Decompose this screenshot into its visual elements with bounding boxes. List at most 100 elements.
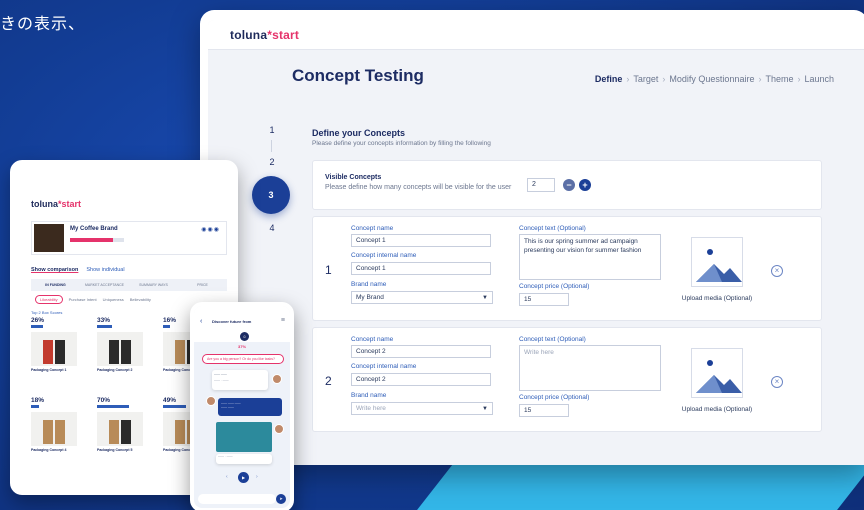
- brand-name-value: Write here: [356, 405, 386, 412]
- caret-down-icon: ▼: [482, 295, 488, 301]
- concept-name-input[interactable]: Concept 1: [351, 234, 491, 247]
- breadcrumb-modify-questionnaire[interactable]: Modify Questionnaire: [669, 74, 754, 84]
- chevron-right-icon: ›: [797, 74, 801, 84]
- brand-name-select[interactable]: My Brand ▼: [351, 291, 493, 304]
- breadcrumb-define[interactable]: Define: [595, 74, 623, 84]
- concept-internal-name-input[interactable]: Concept 1: [351, 262, 491, 275]
- hero-text: きの表示、: [0, 14, 86, 33]
- next-button[interactable]: ▶: [238, 472, 249, 483]
- brand-name: My Coffee Brand: [70, 226, 118, 232]
- desktop-screen: toluna*start Concept Testing Define › Ta…: [208, 20, 864, 465]
- upload-media-box[interactable]: [691, 237, 743, 287]
- concept-name-input[interactable]: Concept 2: [351, 345, 491, 358]
- concept-tile[interactable]: 33% Packaging Concept 2: [97, 317, 143, 383]
- chevron-right-icon: ›: [626, 74, 630, 84]
- progress-percent: 37%: [238, 344, 247, 349]
- visible-concepts-count-input[interactable]: 2: [527, 178, 555, 192]
- remove-concept-icon[interactable]: ×: [771, 376, 783, 388]
- answer-card[interactable]: —— —— —— —— ——: [218, 398, 282, 416]
- back-arrow-icon[interactable]: ‹: [200, 318, 202, 325]
- concept-text-label: Concept text (Optional): [519, 336, 586, 343]
- phone-screen: ‹ Discover future from ≡ ☺ 37% Are you a…: [194, 306, 290, 508]
- breadcrumb-launch[interactable]: Launch: [804, 74, 834, 84]
- previous-icon[interactable]: ‹: [226, 474, 228, 480]
- concept-testing-page: Concept Testing Define › Target › Modify…: [208, 50, 864, 465]
- step-1[interactable]: 1: [262, 120, 282, 140]
- concept-price-input[interactable]: 15: [519, 404, 569, 417]
- increase-button[interactable]: +: [579, 179, 591, 191]
- tile-bar: [31, 405, 40, 408]
- message-input[interactable]: [198, 494, 276, 504]
- concept-text-area[interactable]: This is our spring summer ad campaign pr…: [519, 234, 661, 280]
- avatar: [274, 424, 284, 434]
- concept-name-label: Concept name: [351, 336, 394, 343]
- breadcrumb-theme[interactable]: Theme: [765, 74, 793, 84]
- tile-bar: [163, 325, 171, 328]
- brand-name-label: Brand name: [351, 281, 387, 288]
- brand-summary-card[interactable]: My Coffee Brand ◉◉◉: [31, 221, 227, 255]
- tab-market-acceptance[interactable]: MARKET ACCEPTANCE: [80, 283, 129, 287]
- concept-internal-name-label: Concept internal name: [351, 363, 417, 370]
- tab-price[interactable]: PRICE: [178, 283, 227, 287]
- menu-icon[interactable]: ≡: [281, 317, 285, 324]
- metric-chips: Likeability Purchase Intent Uniqueness B…: [35, 295, 151, 304]
- tab-summary-ways[interactable]: SUMMARY WAYS: [129, 283, 178, 287]
- section-subtitle: Please define your concepts information …: [312, 140, 491, 147]
- show-comparison-link[interactable]: Show comparison: [31, 267, 78, 273]
- section-header: Define your Concepts Please define your …: [312, 128, 822, 158]
- concept-text-area[interactable]: Write here: [519, 345, 661, 391]
- step-3-active[interactable]: 3: [252, 176, 290, 214]
- breadcrumb: Define › Target › Modify Questionnaire ›…: [595, 74, 834, 84]
- product-image: [97, 412, 143, 446]
- tab-in-funding[interactable]: IN FUNDING: [31, 283, 80, 287]
- result-tabs: IN FUNDING MARKET ACCEPTANCE SUMMARY WAY…: [31, 279, 227, 291]
- chevron-right-icon: ›: [758, 74, 762, 84]
- step-4[interactable]: 4: [262, 218, 282, 238]
- chat-card[interactable]: —— · ——: [216, 454, 272, 464]
- breadcrumb-target[interactable]: Target: [633, 74, 658, 84]
- concept-tile[interactable]: 26% Packaging Concept 1: [31, 317, 77, 383]
- remove-concept-icon[interactable]: ×: [771, 265, 783, 277]
- chip-believability[interactable]: Believability: [130, 297, 151, 302]
- question-bubble[interactable]: Are you a big person? Or do you like tas…: [202, 354, 284, 364]
- concept-number: 1: [325, 263, 332, 277]
- concept-internal-name-input[interactable]: Concept 2: [351, 373, 491, 386]
- progress-fill: [70, 238, 114, 242]
- concept-price-input[interactable]: 15: [519, 293, 569, 306]
- concept-price-label: Concept price (Optional): [519, 394, 590, 401]
- chat-card[interactable]: —— —— —— · ——: [212, 370, 268, 390]
- toluna-start-logo: toluna*start: [31, 199, 82, 209]
- next-icon[interactable]: ›: [256, 474, 258, 480]
- tile-name: Packaging Concept 2: [97, 368, 133, 372]
- concept-tile[interactable]: 18% Packaging Concept 4: [31, 397, 77, 463]
- chip-purchase-intent[interactable]: Purchase Intent: [69, 297, 97, 302]
- chip-likeability[interactable]: Likeability: [35, 295, 63, 304]
- visible-concepts-card: Visible Concepts Please define how many …: [312, 160, 822, 210]
- toluna-start-logo[interactable]: toluna*start: [230, 28, 299, 42]
- brand-name-select[interactable]: Write here ▼: [351, 402, 493, 415]
- send-icon[interactable]: ➤: [276, 494, 286, 504]
- coffee-image: [34, 224, 64, 252]
- tile-bar: [97, 405, 130, 408]
- concept-card-2: 2 Concept name Concept 2 Concept interna…: [312, 327, 822, 432]
- completion-progress-bar: [70, 238, 124, 242]
- action-icons[interactable]: ◉◉◉: [201, 226, 220, 233]
- decrease-button[interactable]: −: [563, 179, 575, 191]
- concept-name-label: Concept name: [351, 225, 394, 232]
- image-placeholder-icon: [696, 249, 742, 282]
- concept-card-1: 1 Concept name Concept 1 Concept interna…: [312, 216, 822, 321]
- avatar: ☺: [240, 332, 249, 341]
- product-image: [31, 332, 77, 366]
- section-title: Define your Concepts: [312, 128, 406, 138]
- tile-percent: 70%: [97, 397, 111, 404]
- top-bar: toluna*start: [208, 20, 864, 50]
- chip-uniqueness[interactable]: Uniqueness: [103, 297, 124, 302]
- step-2[interactable]: 2: [262, 152, 282, 172]
- tile-percent: 26%: [31, 317, 45, 324]
- show-individual-link[interactable]: Show individual: [86, 267, 124, 273]
- upload-media-box[interactable]: [691, 348, 743, 398]
- concept-internal-name-label: Concept internal name: [351, 252, 417, 259]
- product-image: [97, 332, 143, 366]
- photo-card[interactable]: [216, 422, 272, 452]
- concept-tile[interactable]: 70% Packaging Concept 5: [97, 397, 143, 463]
